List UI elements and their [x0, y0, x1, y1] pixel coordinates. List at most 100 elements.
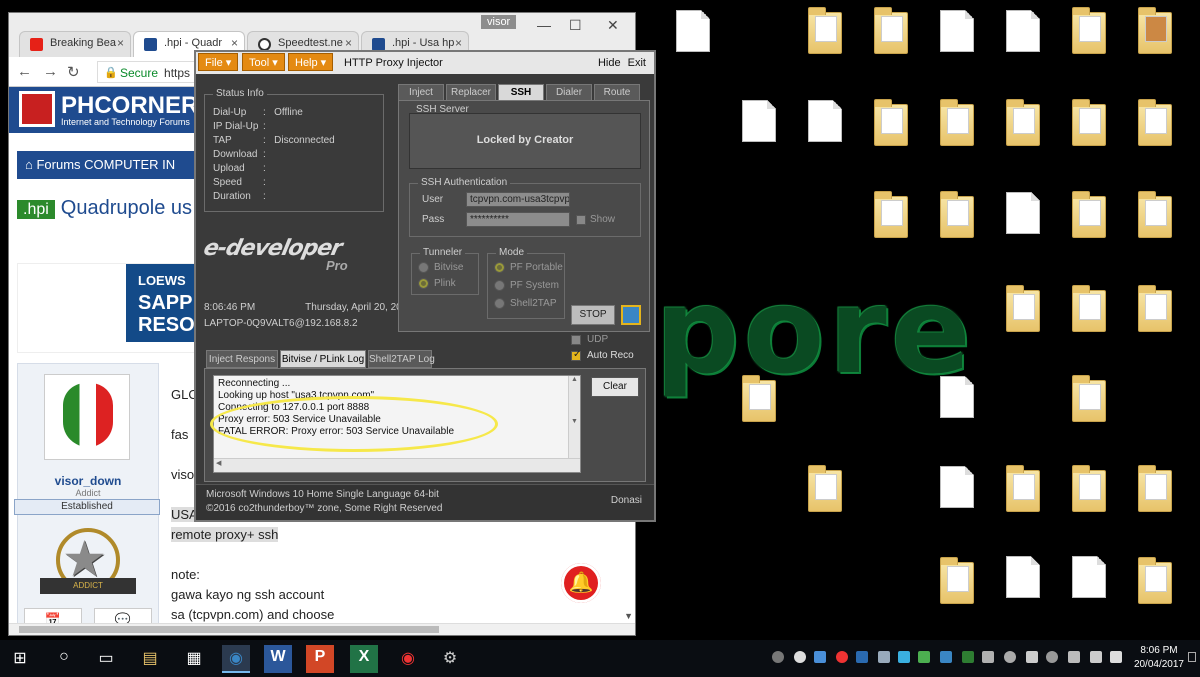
reload-icon[interactable]: ↻	[67, 63, 80, 81]
horizontal-scrollbar[interactable]	[9, 623, 635, 635]
tab-route[interactable]: Route	[594, 84, 640, 101]
desktop-folder-icon[interactable]	[1072, 191, 1106, 238]
desktop-file-icon[interactable]	[1072, 556, 1106, 598]
excel-icon[interactable]: X	[350, 645, 378, 673]
desktop-file-icon[interactable]	[676, 10, 710, 52]
tray-icon[interactable]	[962, 651, 974, 663]
desktop-folder-icon[interactable]	[940, 191, 974, 238]
desktop-folder-icon[interactable]	[1072, 465, 1106, 512]
desktop-file-icon[interactable]	[1006, 10, 1040, 52]
password-field[interactable]: **********	[466, 212, 570, 227]
desktop-folder-icon[interactable]	[940, 99, 974, 146]
ad-content[interactable]: LOEWS SAPP RESO	[126, 264, 196, 342]
desktop-folder-icon[interactable]	[1006, 465, 1040, 512]
desktop-folder-icon[interactable]	[1072, 285, 1106, 332]
network-icon[interactable]	[982, 651, 994, 663]
radio-pf-system[interactable]	[494, 280, 505, 291]
menu-tool[interactable]: Tool ▾	[242, 53, 285, 71]
auto-reco-checkbox[interactable]	[571, 349, 581, 361]
desktop-folder-icon[interactable]	[940, 557, 974, 604]
donasi-link[interactable]: Donasi	[611, 495, 642, 506]
close-tab-icon[interactable]: ×	[231, 36, 238, 50]
onedrive-icon[interactable]	[1004, 651, 1016, 663]
close-tab-icon[interactable]: ×	[117, 36, 124, 50]
tab-ssh[interactable]: SSH	[498, 84, 544, 101]
start-windows-icon[interactable]: ⊞	[6, 645, 34, 673]
desktop-folder-icon[interactable]	[874, 99, 908, 146]
desktop-file-icon[interactable]	[940, 376, 974, 418]
radio-bitvise[interactable]	[418, 262, 429, 273]
back-icon[interactable]: ←	[17, 63, 32, 80]
maximize-button[interactable]: ☐	[569, 17, 582, 34]
breadcrumb[interactable]: ⌂ Forums COMPUTER IN	[17, 151, 197, 179]
desktop-folder-icon[interactable]	[1138, 557, 1172, 604]
desktop-file-icon[interactable]	[808, 100, 842, 142]
desktop-file-icon[interactable]	[940, 10, 974, 52]
ad-banner[interactable]: LOEWS SAPP RESO	[17, 263, 197, 353]
taskbar-clock[interactable]: 8:06 PM 20/04/2017	[1134, 644, 1184, 672]
powerpoint-icon[interactable]: P	[306, 645, 334, 673]
desktop-folder-icon[interactable]	[1138, 465, 1172, 512]
desktop-folder-icon[interactable]	[1072, 7, 1106, 54]
tab-bitvise-plink-log[interactable]: Bitvise / PLink Log	[280, 350, 366, 368]
stop-button[interactable]: STOP	[571, 305, 615, 325]
log-vertical-scrollbar[interactable]: ▲ ▼	[568, 376, 580, 460]
browser-tab[interactable]: Breaking Bea ×	[19, 31, 131, 57]
search-icon[interactable]: ○	[50, 645, 78, 673]
tray-icon[interactable]	[814, 651, 826, 663]
tray-icon[interactable]	[940, 651, 952, 663]
desktop-folder-icon[interactable]	[808, 7, 842, 54]
site-logo[interactable]: PHCORNER	[61, 92, 198, 120]
desktop-file-icon[interactable]	[1006, 556, 1040, 598]
udp-checkbox[interactable]	[571, 335, 581, 345]
desktop-folder-icon[interactable]	[808, 465, 842, 512]
tray-icon[interactable]	[794, 651, 806, 663]
log-horizontal-scrollbar[interactable]: ◀	[214, 458, 580, 472]
word-icon[interactable]: W	[264, 645, 292, 673]
show-password-checkbox[interactable]	[576, 215, 586, 225]
desktop-folder-icon[interactable]	[1006, 99, 1040, 146]
proxy-injector-taskbar-icon[interactable]: ◉	[222, 645, 250, 673]
exit-button[interactable]: Exit	[628, 57, 646, 69]
desktop-folder-icon[interactable]	[1006, 285, 1040, 332]
store-icon[interactable]: ▦	[180, 645, 208, 673]
desktop-file-icon[interactable]	[742, 100, 776, 142]
scroll-down-icon[interactable]: ▼	[624, 611, 633, 621]
notification-bell-icon[interactable]: 🔔	[561, 563, 601, 603]
tray-icon[interactable]	[918, 651, 930, 663]
forward-icon[interactable]: →	[43, 63, 58, 80]
thread-prefix[interactable]: .hpi	[17, 200, 55, 219]
desktop-folder-icon[interactable]	[1072, 375, 1106, 422]
tab-inject[interactable]: Inject	[398, 84, 444, 101]
file-explorer-icon[interactable]: ▤	[136, 645, 164, 673]
desktop-folder-icon[interactable]	[1138, 285, 1172, 332]
tray-icon[interactable]	[878, 651, 890, 663]
close-button[interactable]: ✕	[607, 17, 619, 34]
desktop-folder-icon[interactable]	[1072, 99, 1106, 146]
avatar[interactable]	[44, 374, 130, 460]
tray-icon[interactable]	[1046, 651, 1058, 663]
desktop-file-icon[interactable]	[940, 466, 974, 508]
desktop-folder-icon[interactable]	[1138, 7, 1172, 54]
tray-icon[interactable]	[836, 651, 848, 663]
desktop-folder-icon[interactable]	[874, 191, 908, 238]
tab-replacer[interactable]: Replacer	[446, 84, 496, 101]
close-tab-icon[interactable]: ×	[455, 36, 462, 50]
user-field[interactable]: tcpvpn.com-usa3tcpvpn	[466, 192, 570, 207]
desktop-folder-icon[interactable]	[1138, 191, 1172, 238]
airplane-icon[interactable]	[1068, 651, 1080, 663]
tray-icon[interactable]	[856, 651, 868, 663]
task-view-icon[interactable]: ▭	[92, 645, 120, 673]
app-icon[interactable]: ⚙	[436, 645, 464, 673]
radio-shell2tap[interactable]	[494, 298, 505, 309]
clear-button[interactable]: Clear	[591, 377, 639, 397]
scrollbar-thumb[interactable]	[19, 626, 439, 633]
tab-dialer[interactable]: Dialer	[546, 84, 592, 101]
tray-icon[interactable]	[772, 651, 784, 663]
keyboard-icon[interactable]	[1110, 651, 1122, 663]
volume-icon[interactable]	[1090, 651, 1102, 663]
globe-icon[interactable]	[621, 305, 641, 325]
phcorner-logo-icon[interactable]	[19, 91, 55, 127]
radio-plink[interactable]	[418, 278, 429, 289]
tab-inject-response[interactable]: Inject Respons	[206, 350, 278, 368]
